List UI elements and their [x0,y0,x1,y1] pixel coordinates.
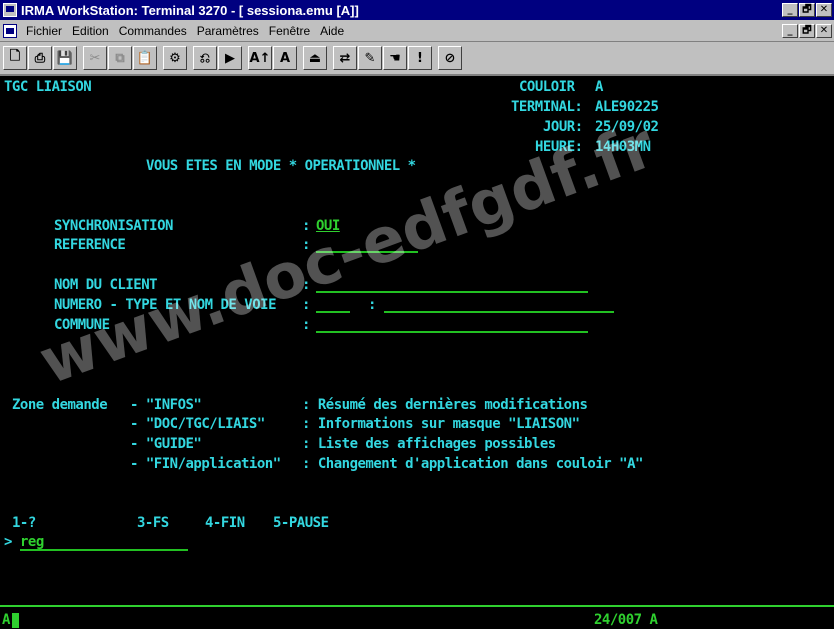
voie-number-field[interactable] [316,311,350,313]
toolbar: 🗋 ⎙ 💾 ✂ ⧉ 📋 ⚙ ⎌ ▶ A↑ A ⏏ ⇄ ✎ ☚ ! ⊘ [0,42,834,76]
reference-label: REFERENCE [54,237,126,253]
macro-icon[interactable]: ⚙ [163,46,187,70]
minimize-button[interactable]: _ [782,3,798,17]
commune-colon: : [302,317,310,333]
voie-colon: : [302,297,310,313]
reference-field[interactable] [316,251,418,253]
jour-value: 25/09/02 [595,119,659,135]
voie-label: NUMERO - TYPE ET NOM DE VOIE [54,297,277,313]
terminal-label: TERMINAL: [511,99,583,115]
doc-close-button[interactable]: ✕ [816,23,832,38]
pf-key-fin[interactable]: 4-FIN [205,514,245,532]
jour-label: JOUR: [543,119,583,135]
synchro-label: SYNCHRONISATION [54,218,173,234]
menu-commandes[interactable]: Commandes [114,24,192,38]
heure-value: 14H03MN [595,139,651,155]
command-field-underline[interactable] [20,549,188,551]
alert-icon[interactable]: ! [408,46,432,70]
print-icon[interactable]: ⎙ [28,46,52,70]
zone-cmd-guide: - "GUIDE" [130,436,202,452]
close-button[interactable]: ✕ [816,3,832,17]
title-bar[interactable]: IRMA WorkStation: Terminal 3270 - [ sess… [0,0,834,20]
voie-colon-2: : [368,297,376,313]
restore-button[interactable]: 🗗 [799,3,815,17]
synchro-value[interactable]: OUI [316,217,340,235]
mode-banner: VOUS ETES EN MODE * OPERATIONNEL * [146,158,416,174]
zone-desc-infos: : Résumé des dernières modifications [302,397,588,413]
reference-colon: : [302,237,310,253]
doc-minimize-button[interactable]: _ [782,23,798,38]
client-colon: : [302,277,310,293]
zone-desc-guide: : Liste des affichages possibles [302,436,556,452]
app-icon[interactable] [3,3,17,17]
commune-field[interactable] [316,331,588,333]
cursor-position: 24/007 A [594,612,658,628]
transfer-icon[interactable]: ⇄ [333,46,357,70]
doc-restore-button[interactable]: 🗗 [799,23,815,38]
couloir-value: A [595,79,603,95]
synchro-colon: : [302,218,310,234]
zone-desc-fin: : Changement d'application dans couloir … [302,456,643,472]
playback-icon[interactable]: ▶ [218,46,242,70]
font-larger-icon[interactable]: A↑ [248,46,272,70]
menu-edition[interactable]: Edition [67,24,114,38]
heure-label: HEURE: [535,139,583,155]
status-bar: A 24/007 A [0,605,834,629]
pf-key-pause[interactable]: 5-PAUSE [273,514,329,532]
menu-aide[interactable]: Aide [315,24,349,38]
pencil-icon[interactable]: ✎ [358,46,382,70]
font-icon[interactable]: A [273,46,297,70]
app-name: TGC LIAISON [4,79,92,95]
record-icon[interactable]: ⎌ [193,46,217,70]
pf-key-fs[interactable]: 3-FS [137,514,169,532]
paste-icon[interactable]: 📋 [133,46,157,70]
zone-label: Zone demande [12,397,108,413]
compass-icon[interactable]: ⊘ [438,46,462,70]
new-icon[interactable]: 🗋 [3,46,27,70]
menu-parametres[interactable]: Paramètres [192,24,264,38]
zone-cmd-doc: - "DOC/TGC/LIAIS" [130,416,265,432]
copy-icon[interactable]: ⧉ [108,46,132,70]
menu-fenetre[interactable]: Fenêtre [264,24,315,38]
zone-cmd-fin: - "FIN/application" [130,456,281,472]
status-session: A [2,612,10,628]
menu-bar: Fichier Edition Commandes Paramètres Fen… [0,20,834,42]
document-icon[interactable] [3,23,17,38]
commune-label: COMMUNE [54,317,110,333]
terminal-value: ALE90225 [595,99,659,115]
cut-icon[interactable]: ✂ [83,46,107,70]
hand-icon[interactable]: ☚ [383,46,407,70]
terminal-screen[interactable]: TGC LIAISON COULOIR A TERMINAL: ALE90225… [0,76,834,608]
zone-desc-doc: : Informations sur masque "LIAISON" [302,416,580,432]
command-prompt: > [4,534,12,550]
client-label: NOM DU CLIENT [54,277,158,293]
window-title: IRMA WorkStation: Terminal 3270 - [ sess… [21,2,359,18]
save-icon[interactable]: 💾 [53,46,77,70]
couloir-label: COULOIR [519,79,575,95]
client-field[interactable] [316,291,588,293]
pf-key-help[interactable]: 1-? [12,514,36,532]
voie-name-field[interactable] [384,311,614,313]
connect-icon[interactable]: ⏏ [303,46,327,70]
zone-cmd-infos: - "INFOS" [130,397,202,413]
text-cursor [12,613,19,628]
menu-fichier[interactable]: Fichier [21,24,67,38]
